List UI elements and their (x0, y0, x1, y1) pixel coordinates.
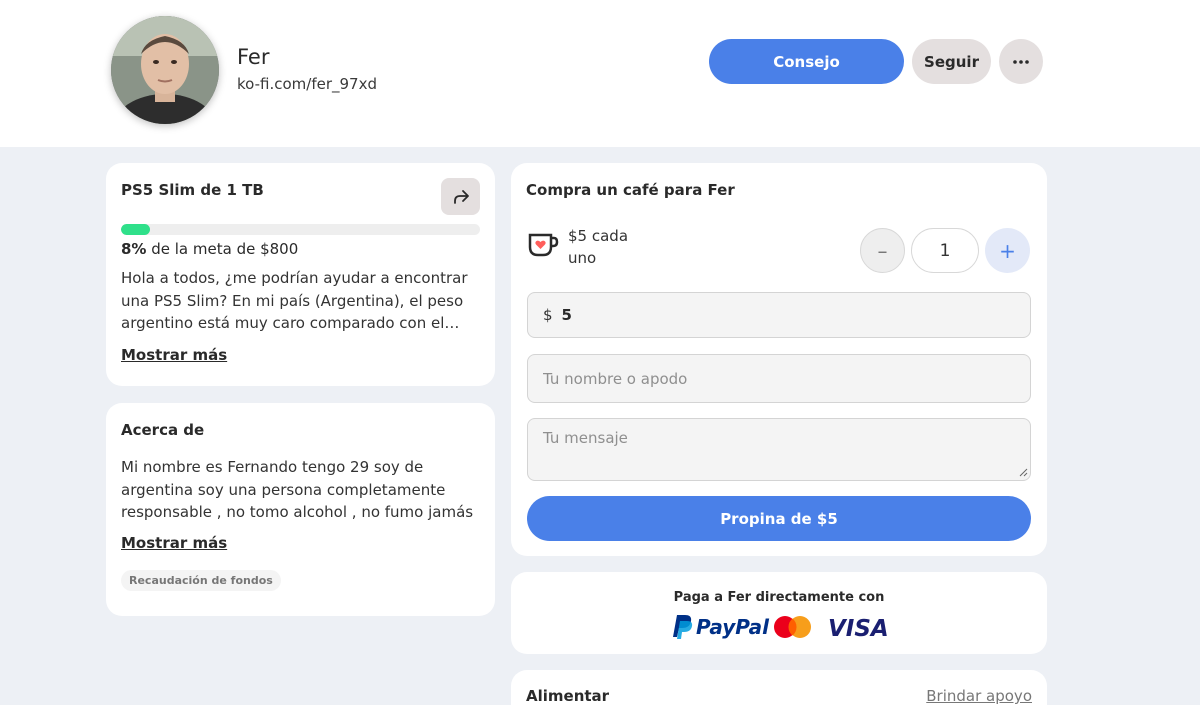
support-link[interactable]: Brindar apoyo (926, 687, 1032, 705)
currency-symbol: $ (543, 306, 553, 324)
visa-logo[interactable]: VISA (828, 616, 889, 641)
about-description: Mi nombre es Fernando tengo 29 soy de ar… (121, 458, 474, 521)
profile-url[interactable]: ko-fi.com/fer_97xd (237, 75, 377, 93)
direct-payment-card: Paga a Fer directamente con PayPal VISA (511, 572, 1047, 654)
feed-card: Alimentar Brindar apoyo (511, 670, 1047, 705)
tip-button[interactable]: Consejo (709, 39, 904, 84)
amount-value: 5 (561, 306, 572, 324)
mastercard-logo[interactable] (774, 616, 811, 638)
more-options-button[interactable] (999, 39, 1043, 84)
price-per-unit: $5 cada uno (568, 227, 629, 267)
goal-progress-fill (121, 224, 150, 235)
profile-header: Fer ko-fi.com/fer_97xd Consejo Seguir (0, 0, 1200, 147)
goal-title: PS5 Slim de 1 TB (121, 181, 264, 199)
buy-coffee-card: Compra un café para Fer $5 cada uno – 1 … (511, 163, 1047, 556)
follow-button[interactable]: Seguir (912, 39, 991, 84)
about-title: Acerca de (121, 421, 205, 439)
coffee-title: Compra un café para Fer (526, 181, 735, 199)
about-card: Acerca de Mi nombre es Fernando tengo 29… (106, 403, 495, 616)
goal-percent: 8% (121, 240, 147, 258)
quantity-value[interactable]: 1 (911, 228, 979, 273)
message-input[interactable] (527, 418, 1031, 481)
goal-progress-bar (121, 224, 480, 235)
goal-description: Hola a todos, ¿me podrían ayudar a encon… (121, 269, 468, 332)
share-button[interactable] (441, 178, 480, 215)
ellipsis-icon (1013, 59, 1029, 64)
avatar[interactable] (111, 16, 219, 124)
about-show-more-link[interactable]: Mostrar más (121, 534, 227, 552)
paypal-logo[interactable]: PayPal (673, 615, 770, 639)
share-arrow-icon (453, 189, 469, 204)
category-tag[interactable]: Recaudación de fondos (121, 570, 281, 591)
amount-field[interactable]: $ 5 (527, 292, 1031, 338)
paypal-text: PayPal (696, 615, 770, 639)
payment-logos: PayPal VISA (673, 615, 889, 641)
resize-grip-icon[interactable] (1019, 468, 1028, 477)
goal-card: PS5 Slim de 1 TB 8% de la meta de $800 H… (106, 163, 495, 386)
goal-show-more-link[interactable]: Mostrar más (121, 346, 227, 364)
kofi-cup-icon (528, 233, 559, 257)
name-input[interactable] (527, 354, 1031, 403)
quantity-decrease-button[interactable]: – (860, 228, 905, 273)
pay-title: Paga a Fer directamente con (673, 590, 885, 605)
avatar-photo (111, 16, 219, 124)
quantity-increase-button[interactable]: + (985, 228, 1030, 273)
feed-title: Alimentar (526, 687, 610, 705)
submit-tip-button[interactable]: Propina de $5 (527, 496, 1031, 541)
goal-progress-text: 8% de la meta de $800 (121, 240, 298, 258)
goal-meta: de la meta de $800 (146, 240, 299, 258)
profile-name: Fer (237, 45, 270, 69)
